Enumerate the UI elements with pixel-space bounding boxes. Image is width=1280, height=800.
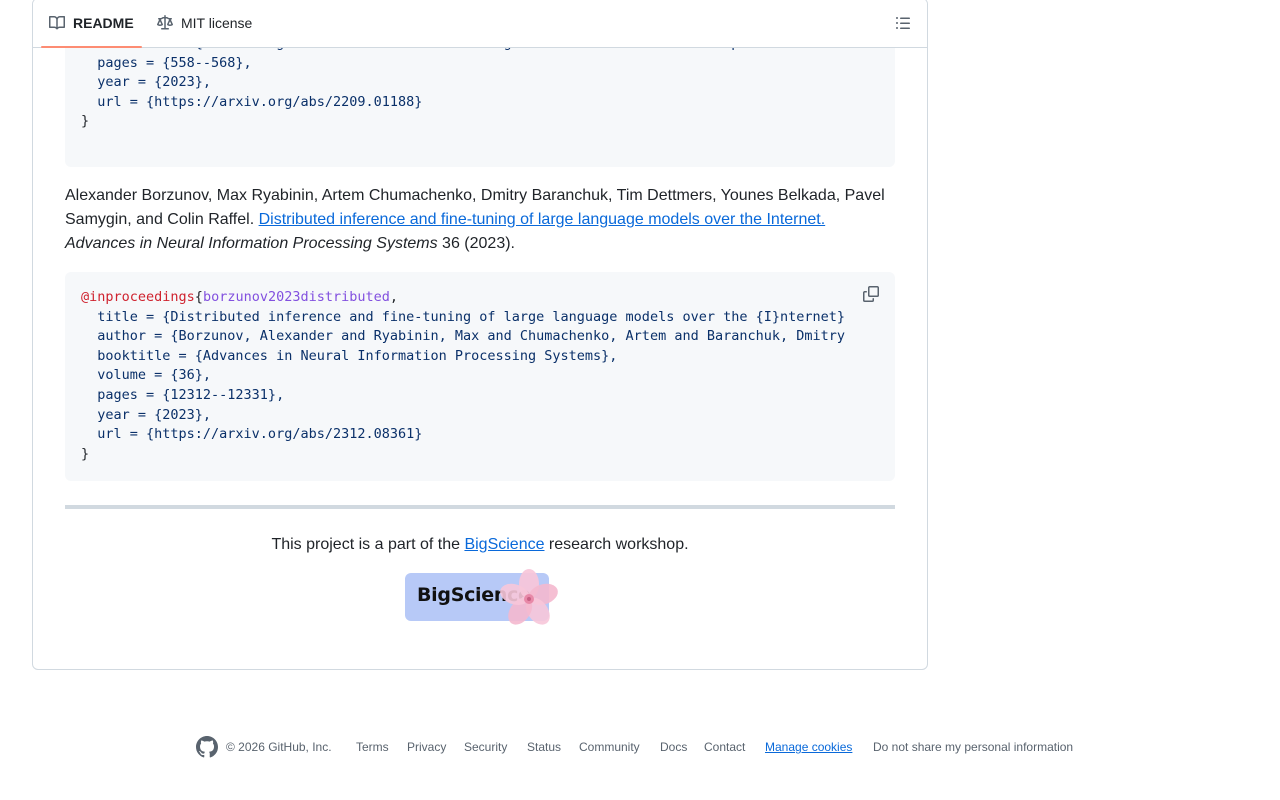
section-divider (65, 505, 895, 509)
bigscience-logo[interactable]: BigScience (405, 569, 558, 625)
flower-icon (500, 569, 558, 625)
footer-link-do-not-share[interactable]: Do not share my personal information (873, 740, 1073, 754)
code-keyword: @inproceedings (81, 289, 195, 305)
copy-icon (863, 286, 879, 302)
code-line: } (81, 445, 90, 462)
site-footer: © 2026 GitHub, Inc. Terms Privacy Securi… (0, 733, 1280, 761)
book-icon (49, 15, 65, 30)
code-content: @inproceedings{borzunov2023distributed, … (65, 272, 895, 464)
credit-paragraph: This project is a part of the BigScience… (65, 533, 895, 557)
law-icon (157, 15, 173, 30)
code-line: } (81, 113, 90, 130)
list-unordered-icon (896, 17, 910, 29)
code-line: author = {Borzunov, Alexander and Ryabin… (81, 328, 846, 345)
citation-volume-year: 36 (2023). (437, 235, 515, 252)
tab-license[interactable]: MIT license (157, 0, 252, 47)
tab-readme-label: README (73, 15, 134, 31)
footer-link-privacy[interactable]: Privacy (407, 740, 446, 754)
code-line: year = {2023}, (81, 406, 212, 423)
readme-container: booktitle = {Proceedings of the 61st Ann… (32, 0, 928, 670)
code-line: pages = {558--568}, (81, 54, 252, 71)
copy-button[interactable] (863, 286, 879, 302)
footer-link-terms[interactable]: Terms (356, 740, 389, 754)
tab-license-label: MIT license (181, 15, 253, 31)
citation-venue: Advances in Neural Information Processin… (65, 235, 438, 252)
code-brace: { (194, 289, 203, 305)
footer-copyright: © 2026 GitHub, Inc. (226, 740, 332, 754)
code-line: year = {2023}, (81, 74, 212, 91)
citation-paragraph: Alexander Borzunov, Max Ryabinin, Artem … (65, 184, 901, 256)
code-entry-key: borzunov2023distributed (202, 289, 390, 305)
readme-tabs: README MIT license (33, 0, 927, 48)
bigscience-link[interactable]: BigScience (464, 536, 544, 553)
footer-link-manage-cookies[interactable]: Manage cookies (765, 740, 852, 754)
paper-link[interactable]: Distributed inference and fine-tuning of… (259, 211, 826, 228)
credit-suffix: research workshop. (544, 536, 689, 553)
footer-link-docs[interactable]: Docs (660, 740, 687, 754)
footer-link-security[interactable]: Security (464, 740, 507, 754)
code-line: volume = {36}, (81, 367, 212, 384)
code-line: booktitle = {Advances in Neural Informat… (81, 347, 618, 364)
code-block-bibtex-2: @inproceedings{borzunov2023distributed, … (65, 272, 895, 481)
github-logo-icon[interactable] (196, 736, 218, 758)
credit-prefix: This project is a part of the (271, 536, 465, 553)
code-line: pages = {12312--12331}, (81, 386, 285, 403)
tab-readme[interactable]: README (41, 0, 142, 48)
footer-link-contact[interactable]: Contact (704, 740, 745, 754)
code-line: url = {https://arxiv.org/abs/2209.01188} (81, 93, 423, 110)
outline-button[interactable] (895, 15, 911, 31)
footer-link-community[interactable]: Community (579, 740, 640, 754)
code-line: title = {Distributed inference and fine-… (81, 308, 846, 325)
code-comma: , (389, 289, 399, 305)
code-line: url = {https://arxiv.org/abs/2312.08361} (81, 426, 423, 443)
footer-link-status[interactable]: Status (527, 740, 561, 754)
